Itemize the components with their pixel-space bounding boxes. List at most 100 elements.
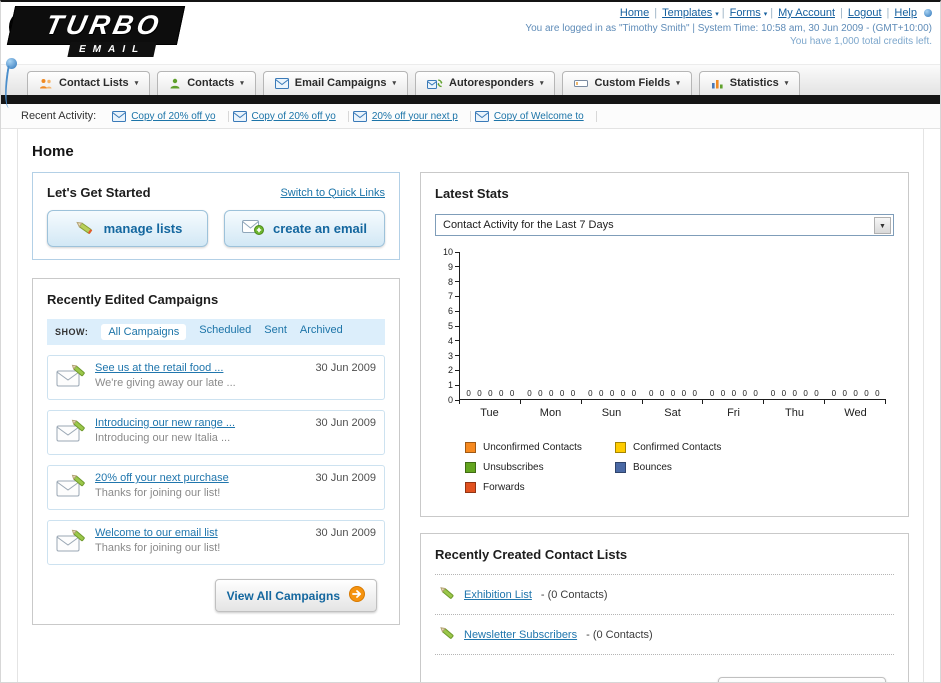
login-status: You are logged in as "Timothy Smith" | S… — [525, 23, 932, 34]
manage-lists-button[interactable]: manage lists — [47, 210, 208, 247]
recent-activity-link[interactable]: Copy of Welcome to — [494, 111, 584, 122]
contact-list-row[interactable]: Newsletter Subscribers - (0 Contacts) — [435, 615, 894, 655]
filter-scheduled[interactable]: Scheduled — [199, 324, 251, 340]
chart-plot-area: 00000 00000 00000 00000 00000 00000 00000 — [459, 252, 886, 400]
recent-activity-item[interactable]: 20% off your next p — [349, 110, 471, 122]
x-axis-tick — [459, 400, 521, 404]
legend-swatch — [465, 462, 476, 473]
y-axis-tick: 0 — [435, 395, 459, 405]
filter-archived[interactable]: Archived — [300, 324, 343, 340]
tab-contacts[interactable]: Contacts ▾ — [157, 71, 256, 95]
statistics-icon — [711, 78, 724, 89]
campaign-row[interactable]: See us at the retail food ... We're givi… — [47, 355, 385, 400]
y-axis-tick: 7 — [435, 291, 459, 301]
tab-custom-fields[interactable]: Custom Fields ▾ — [562, 71, 692, 95]
header-link-templates[interactable]: Templates — [662, 7, 712, 19]
campaign-title-link[interactable]: Welcome to our email list — [95, 527, 306, 539]
legend-label: Bounces — [633, 462, 672, 473]
page-title: Home — [32, 143, 74, 160]
stats-title: Latest Stats — [435, 186, 509, 201]
stats-period-value: Contact Activity for the Last 7 Days — [443, 219, 614, 231]
y-axis-tick: 6 — [435, 306, 459, 316]
chevron-down-icon: ▾ — [784, 80, 789, 87]
pencil-icon — [437, 584, 455, 605]
recent-activity-link[interactable]: Copy of 20% off yo — [252, 111, 336, 122]
nav-divider-bar — [1, 95, 940, 104]
recent-activity-item[interactable]: Copy of Welcome to — [471, 110, 597, 122]
chart-x-ticks — [459, 400, 887, 404]
nav-tabs: Contact Lists ▾ Contacts ▾ Email Campaigns ▾ A… — [27, 71, 801, 95]
header-link-help[interactable]: Help — [894, 7, 917, 19]
x-axis-tick — [521, 400, 582, 404]
legend-item: Unsubscribes — [465, 462, 615, 473]
campaign-row[interactable]: 20% off your next purchase Thanks for jo… — [47, 465, 385, 510]
recent-activity-item[interactable]: Copy of 20% off yo — [229, 110, 349, 122]
tab-contact-lists[interactable]: Contact Lists ▾ — [27, 71, 151, 95]
legend-label: Unsubscribes — [483, 462, 544, 473]
credits-left: You have 1,000 total credits left. — [790, 36, 932, 47]
header-link-forms[interactable]: Forms — [730, 7, 761, 19]
y-axis-tick: 1 — [435, 380, 459, 390]
header-link-home[interactable]: Home — [620, 7, 649, 19]
legend-label: Unconfirmed Contacts — [483, 442, 582, 453]
chart-value-group: 00000 — [527, 389, 576, 398]
y-axis-tick: 3 — [435, 351, 459, 361]
contact-list-row[interactable]: Exhibition List - (0 Contacts) — [435, 575, 894, 615]
legend-item: Confirmed Contacts — [615, 442, 765, 453]
campaign-title-link[interactable]: See us at the retail food ... — [95, 362, 306, 374]
view-all-campaigns-button[interactable]: View All Campaigns — [214, 579, 377, 612]
contact-list-count: - (0 Contacts) — [540, 588, 608, 601]
tab-statistics[interactable]: Statistics ▾ — [698, 71, 801, 95]
stats-period-select[interactable]: Contact Activity for the Last 7 Days ▼ — [435, 214, 894, 236]
chevron-down-icon: ▾ — [539, 80, 544, 87]
campaign-title-link[interactable]: 20% off your next purchase — [95, 472, 306, 484]
x-axis-tick — [825, 400, 887, 404]
chart-value-group: 00000 — [709, 389, 758, 398]
campaign-filters: All Campaigns Scheduled Sent Archived — [101, 324, 343, 340]
chart-legend: Unconfirmed Contacts Confirmed Contacts Un… — [465, 442, 894, 502]
envelope-plus-icon — [242, 219, 265, 238]
chart-value-group: 00000 — [770, 389, 819, 398]
logo[interactable]: TURBO EMAIL — [6, 6, 186, 57]
x-axis-label: Sat — [664, 407, 681, 419]
y-axis-tick: 5 — [435, 321, 459, 331]
campaign-envelope-pencil-icon — [56, 529, 86, 558]
campaign-date: 30 Jun 2009 — [315, 472, 376, 484]
campaign-title-link[interactable]: Introducing our new range ... — [95, 417, 306, 429]
contact-list-link[interactable]: Exhibition List — [464, 589, 532, 601]
logo-subtitle: EMAIL — [67, 42, 157, 57]
recent-activity-link[interactable]: Copy of 20% off yo — [131, 111, 215, 122]
legend-label: Confirmed Contacts — [633, 442, 722, 453]
select-arrow-icon: ▼ — [874, 216, 891, 234]
recent-activity-item[interactable]: Copy of 20% off yo — [108, 110, 229, 122]
campaigns-panel: Recently Edited Campaigns SHOW: All Camp… — [32, 278, 400, 625]
create-email-button[interactable]: create an email — [224, 210, 385, 247]
tab-email-campaigns[interactable]: Email Campaigns ▾ — [262, 71, 408, 95]
header-link-my-account[interactable]: My Account — [778, 7, 835, 19]
contact-list: Exhibition List - (0 Contacts) Newslette… — [435, 574, 894, 655]
chevron-down-icon: ▾ — [676, 80, 680, 87]
tab-autoresponders[interactable]: Autoresponders ▾ — [415, 71, 556, 95]
contact-lists-title: Recently Created Contact Lists — [435, 547, 628, 562]
filter-sent[interactable]: Sent — [264, 324, 287, 340]
filter-all-campaigns[interactable]: All Campaigns — [101, 324, 187, 340]
campaign-row[interactable]: Welcome to our email list Thanks for joi… — [47, 520, 385, 565]
header-link-logout[interactable]: Logout — [848, 7, 882, 19]
switch-quick-links-link[interactable]: Switch to Quick Links — [280, 187, 385, 199]
chart-value-group: 00000 — [588, 389, 637, 398]
activity-items: Copy of 20% off yo Copy of 20% off yo 20% … — [108, 110, 597, 122]
contact-list-link[interactable]: Newsletter Subscribers — [464, 629, 577, 641]
campaign-row[interactable]: Introducing our new range ... Introducin… — [47, 410, 385, 455]
legend-swatch — [465, 482, 476, 493]
campaign-date: 30 Jun 2009 — [315, 527, 376, 539]
recent-activity-link[interactable]: 20% off your next p — [372, 111, 458, 122]
x-axis-label: Mon — [539, 407, 562, 419]
activity-label: Recent Activity: — [21, 110, 97, 122]
see-all-contact-lists-button[interactable]: See All Contact Lists — [718, 677, 886, 682]
contact-lists-icon — [39, 78, 53, 89]
y-axis-tick: 9 — [435, 262, 459, 272]
decorative-blue-bullet — [924, 9, 932, 18]
y-axis-tick: 2 — [435, 365, 459, 375]
x-axis-tick — [582, 400, 643, 404]
legend-item: Forwards — [465, 482, 615, 493]
